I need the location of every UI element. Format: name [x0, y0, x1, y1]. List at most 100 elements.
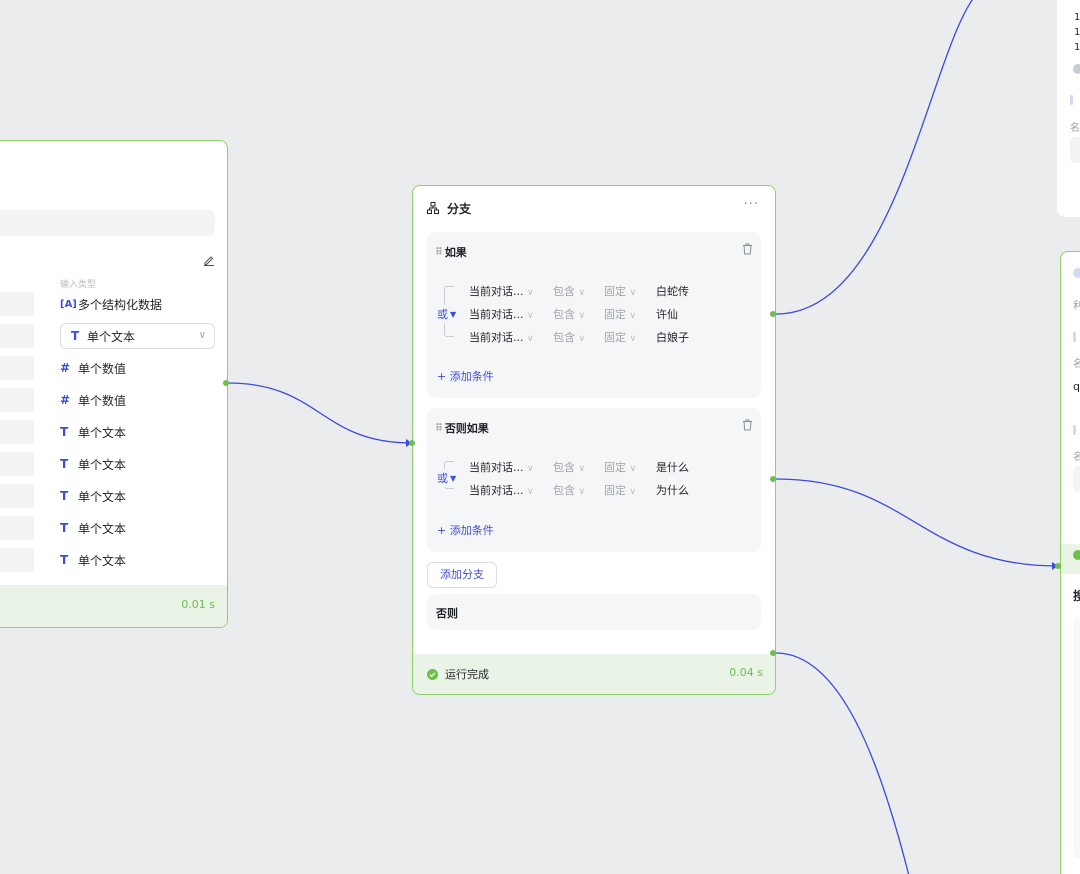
drag-handle-icon[interactable]: ⠿ — [435, 247, 443, 258]
code-line-number: 1 — [1074, 27, 1080, 38]
text-type-icon: T — [71, 329, 80, 343]
condition-value[interactable]: 许仙 — [656, 306, 678, 322]
input-type-select[interactable]: T 单个文本 ∨ — [60, 323, 215, 349]
input-type-item[interactable]: T 单个文本 — [60, 452, 220, 476]
condition-row[interactable]: 当前对话... ∨ 包含 ∨ 固定 ∨ 白娘子 — [469, 328, 749, 344]
add-condition-button[interactable]: + 添加条件 — [437, 522, 494, 538]
field-label: 名 — [1073, 448, 1080, 463]
condition-variable[interactable]: 当前对话... ∨ — [469, 329, 534, 345]
condition-variable[interactable]: 当前对话... ∨ — [469, 306, 534, 322]
input-port[interactable] — [409, 440, 415, 446]
section-marker — [1070, 95, 1073, 105]
else-case-block: 否则 — [427, 594, 761, 630]
input-node[interactable]: 输入类型 [A] 多个结构化数据 T 单个文本 ∨ # 单个数值 # 单个数值 … — [0, 140, 228, 628]
code-line-number: 1 — [1074, 42, 1080, 53]
delete-icon[interactable] — [742, 419, 753, 431]
number-type-icon: # — [60, 393, 71, 407]
more-options-icon[interactable]: ··· — [744, 197, 759, 212]
input-type-item[interactable]: T 单个文本 — [60, 516, 220, 540]
output-port[interactable] — [223, 380, 229, 386]
variable-name-field[interactable] — [0, 420, 34, 444]
condition-kind-text: 固定 — [604, 308, 626, 321]
condition-kind-text: 固定 — [604, 331, 626, 344]
case-title: ⠿ 否则如果 — [435, 420, 489, 436]
if-output-port[interactable] — [770, 311, 776, 317]
condition-operator[interactable]: 包含 ∨ — [553, 283, 585, 299]
condition-variable[interactable]: 当前对话... ∨ — [469, 482, 534, 498]
variable-name-field[interactable] — [0, 292, 34, 316]
condition-row[interactable]: 当前对话... ∨ 包含 ∨ 固定 ∨ 白蛇传 — [469, 282, 749, 298]
logic-operator-toggle[interactable]: 或 ▼ — [437, 305, 457, 323]
text-type-icon: T — [60, 489, 69, 503]
code-line-number: 1 — [1074, 12, 1080, 23]
condition-variable-text: 当前对话... — [469, 484, 524, 497]
drag-handle-icon[interactable]: ⠿ — [435, 423, 443, 434]
input-type-item[interactable]: # 单个数值 — [60, 356, 220, 380]
else-output-port[interactable] — [770, 650, 776, 656]
input-type-item[interactable]: T 单个文本 — [60, 420, 220, 444]
if-case-block: ⠿ 如果 或 ▼ 当前对话... ∨ 包含 ∨ 固定 ∨ 白蛇传 当前对话... … — [427, 232, 761, 398]
add-branch-button[interactable]: 添加分支 — [427, 562, 497, 588]
condition-value[interactable]: 白蛇传 — [656, 283, 689, 299]
condition-operator-text: 包含 — [553, 484, 575, 497]
condition-value-kind[interactable]: 固定 ∨ — [604, 329, 636, 345]
elif-case-block: ⠿ 否则如果 或 ▼ 当前对话... ∨ 包含 ∨ 固定 ∨ 是什么 当前对话..… — [427, 408, 761, 552]
edit-icon[interactable] — [203, 254, 215, 266]
condition-value[interactable]: 是什么 — [656, 459, 689, 475]
logic-operator-toggle[interactable]: 或 ▼ — [437, 469, 457, 487]
condition-operator[interactable]: 包含 ∨ — [553, 459, 585, 475]
condition-variable[interactable]: 当前对话... ∨ — [469, 283, 534, 299]
condition-operator[interactable]: 包含 ∨ — [553, 329, 585, 345]
condition-value[interactable]: 为什么 — [656, 482, 689, 498]
condition-value-kind[interactable]: 固定 ∨ — [604, 306, 636, 322]
input-port[interactable] — [1055, 563, 1061, 569]
condition-variable[interactable]: 当前对话... ∨ — [469, 459, 534, 475]
node-title-fragment: 利 — [1073, 297, 1080, 312]
section-marker — [1073, 425, 1076, 435]
condition-operator[interactable]: 包含 ∨ — [553, 306, 585, 322]
elif-output-port[interactable] — [770, 476, 776, 482]
condition-row[interactable]: 当前对话... ∨ 包含 ∨ 固定 ∨ 是什么 — [469, 458, 749, 474]
add-condition-button[interactable]: + 添加条件 — [437, 368, 494, 384]
variable-name-field[interactable] — [0, 324, 34, 348]
variable-name-field[interactable] — [0, 356, 34, 380]
input-type-item[interactable]: # 单个数值 — [60, 388, 220, 412]
input-type-item[interactable]: T 单个文本 — [60, 484, 220, 508]
input-type-label: 单个文本 — [78, 553, 127, 568]
variable-name-field[interactable] — [0, 388, 34, 412]
variable-name-field[interactable] — [0, 452, 34, 476]
field-input[interactable] — [1070, 137, 1080, 163]
condition-row[interactable]: 当前对话... ∨ 包含 ∨ 固定 ∨ 许仙 — [469, 305, 749, 321]
condition-operator[interactable]: 包含 ∨ — [553, 482, 585, 498]
right-top-node[interactable]: 1 1 1 名 — [1057, 0, 1080, 217]
condition-kind-text: 固定 — [604, 484, 626, 497]
caret-down-icon: ▼ — [450, 309, 457, 319]
node-footer: 0.01 s — [0, 585, 227, 627]
condition-value-kind[interactable]: 固定 ∨ — [604, 482, 636, 498]
variable-name-field[interactable] — [0, 484, 34, 508]
section-title-fragment: 搜 — [1073, 587, 1080, 604]
node-input-bar[interactable] — [0, 210, 215, 236]
check-circle-icon — [427, 668, 438, 680]
input-type-item[interactable]: T 单个文本 — [60, 548, 220, 572]
input-type-label: 单个文本 — [78, 425, 127, 440]
condition-value-kind[interactable]: 固定 ∨ — [604, 459, 636, 475]
variable-name-field[interactable] — [0, 548, 34, 572]
condition-row[interactable]: 当前对话... ∨ 包含 ∨ 固定 ∨ 为什么 — [469, 481, 749, 497]
branch-node[interactable]: 分支 ··· ⠿ 如果 或 ▼ 当前对话... ∨ 包含 ∨ 固定 ∨ 白蛇传 当… — [412, 185, 776, 695]
input-type-item[interactable]: [A] 多个结构化数据 — [60, 292, 220, 316]
condition-value-kind[interactable]: 固定 ∨ — [604, 283, 636, 299]
scroll-knob[interactable] — [1073, 64, 1080, 74]
chevron-down-icon: ∨ — [629, 464, 637, 474]
variable-name-field[interactable] — [0, 516, 34, 540]
input-type-label: 单个数值 — [78, 361, 127, 376]
text-type-icon: T — [60, 553, 69, 567]
delete-icon[interactable] — [742, 243, 753, 255]
chevron-down-icon: ∨ — [629, 311, 637, 321]
field-input[interactable] — [1073, 466, 1080, 492]
chevron-down-icon: ∨ — [629, 487, 637, 497]
right-bottom-node[interactable]: 利 名 q 名 搜 — [1060, 251, 1080, 874]
condition-value[interactable]: 白娘子 — [656, 329, 689, 345]
condition-variable-text: 当前对话... — [469, 308, 524, 321]
input-type-label: 多个结构化数据 — [78, 297, 163, 312]
